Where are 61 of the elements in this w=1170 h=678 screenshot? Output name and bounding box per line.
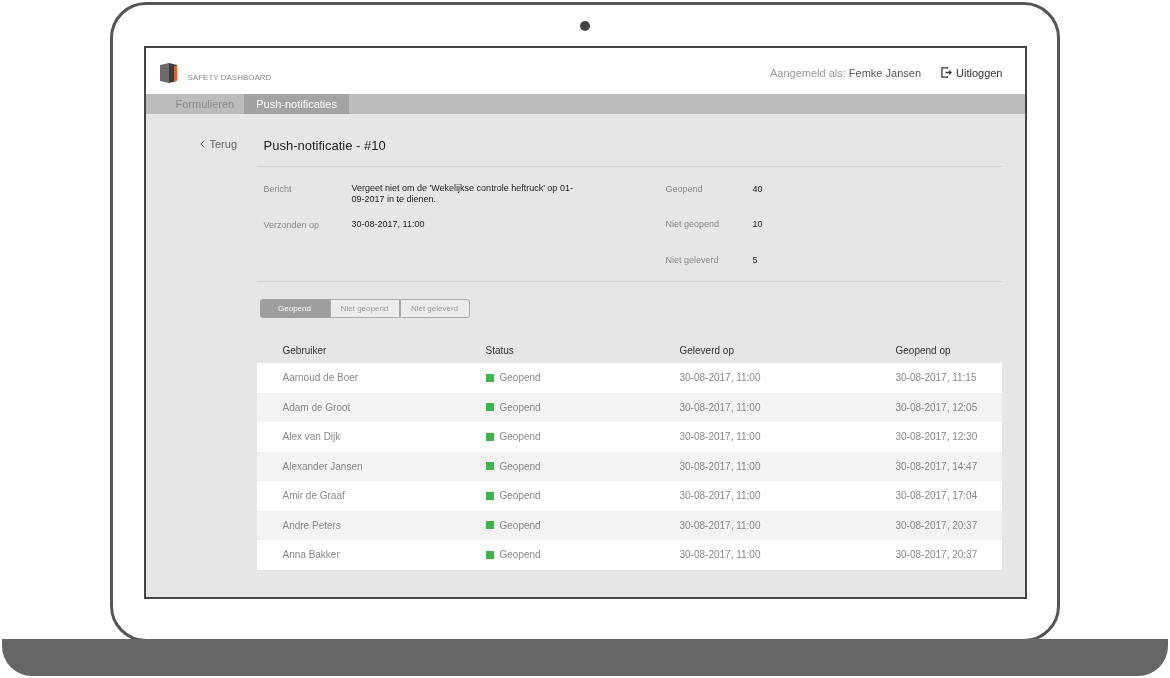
page-title: Push-notificatie - #10 <box>263 137 387 155</box>
delivered-date: 30-08-2017, 11:00 <box>679 489 762 504</box>
filter-tab[interactable]: Niet geleverd <box>399 299 470 318</box>
delivered-date: 30-08-2017, 11:00 <box>679 518 762 533</box>
column-header: Geopend op <box>895 343 952 358</box>
stat-label: Niet geleverd <box>665 253 720 267</box>
status-text: Geopend <box>499 459 541 474</box>
status-text: Geopend <box>499 430 541 445</box>
user-name: Aarnoud de Boer <box>282 371 360 386</box>
logout-icon <box>941 67 952 79</box>
opened-date: 30-08-2017, 20:37 <box>895 548 979 563</box>
stat-label: Niet geopend <box>665 218 721 231</box>
table-row[interactable]: Andre Peters Geopend 30-08-2017, 11:00 30-08-2017, 20:37 <box>256 510 1002 540</box>
opened-date: 30-08-2017, 14:47 <box>895 459 979 474</box>
back-link[interactable]: Terug <box>199 136 238 153</box>
column-header: Gebruiker <box>282 343 328 358</box>
user-name: Anna Bakker <box>282 548 341 563</box>
stat-value: 40 <box>752 182 763 196</box>
opened-date: 30-08-2017, 11:15 <box>895 371 978 386</box>
opened-date: 30-08-2017, 17:04 <box>895 489 979 504</box>
nav-tab[interactable]: Push-notificaties <box>244 94 349 114</box>
filter-tab[interactable]: Niet geopend <box>329 299 400 318</box>
table-row[interactable]: Alexander Jansen Geopend 30-08-2017, 11:00 30-08-2017, 14:47 <box>256 451 1002 481</box>
logout-button[interactable]: Uitloggen <box>941 64 1003 81</box>
stat-value: 10 <box>752 218 763 231</box>
delivered-date: 30-08-2017, 11:00 <box>679 430 762 445</box>
signed-in-text: Aangemeld als: Femke Jansen <box>769 65 921 81</box>
camera-icon <box>580 21 590 31</box>
stat-value: 5 <box>752 253 758 267</box>
column-header: Status <box>485 343 515 358</box>
filter-tab[interactable]: Geopend <box>259 299 330 318</box>
user-name: Adam de Groot <box>282 400 352 415</box>
delivered-date: 30-08-2017, 11:00 <box>679 371 762 386</box>
status-text: Geopend <box>499 371 541 386</box>
table-row[interactable]: Adam de Groot Geopend 30-08-2017, 11:00 30-08-2017, 12:05 <box>256 392 1002 422</box>
user-name: Amir de Graaf <box>282 489 346 504</box>
logo-text: SAFETY DASHBOARD <box>187 72 272 84</box>
detail-value: 30-08-2017, 11:00 <box>351 218 426 231</box>
stat-label: Geopend <box>665 182 704 196</box>
user-name: Alexander Jansen <box>282 459 364 474</box>
delivered-date: 30-08-2017, 11:00 <box>679 400 762 415</box>
delivered-date: 30-08-2017, 11:00 <box>679 548 762 563</box>
status-text: Geopend <box>499 400 541 415</box>
status-text: Geopend <box>499 518 541 533</box>
opened-date: 30-08-2017, 20:37 <box>895 518 979 533</box>
status-text: Geopend <box>499 548 541 563</box>
opened-date: 30-08-2017, 12:30 <box>895 430 979 445</box>
table-row[interactable]: Anna Bakker Geopend 30-08-2017, 11:00 30-08-2017, 20:37 <box>256 540 1002 570</box>
chevron-left-icon <box>199 140 205 149</box>
table-row[interactable]: Alex van Dijk Geopend 30-08-2017, 11:00 30-08-2017, 12:30 <box>256 422 1002 452</box>
detail-value: Vergeet niet om de 'Wekelijkse controle heftruck' op 01-09-2017 in te dienen. <box>351 182 574 205</box>
table-row[interactable]: Aarnoud de Boer Geopend 30-08-2017, 11:00 30-08-2017, 11:15 <box>256 363 1002 393</box>
opened-date: 30-08-2017, 12:05 <box>895 400 979 415</box>
user-name: Andre Peters <box>282 518 342 533</box>
detail-label: Bericht <box>263 182 293 196</box>
user-name: Alex van Dijk <box>282 430 342 445</box>
table-row[interactable]: Amir de Graaf Geopend 30-08-2017, 11:00 30-08-2017, 17:04 <box>256 481 1002 511</box>
status-text: Geopend <box>499 489 541 504</box>
detail-label: Verzonden op <box>263 218 321 232</box>
column-header: Geleverd op <box>679 343 735 358</box>
delivered-date: 30-08-2017, 11:00 <box>679 459 762 474</box>
